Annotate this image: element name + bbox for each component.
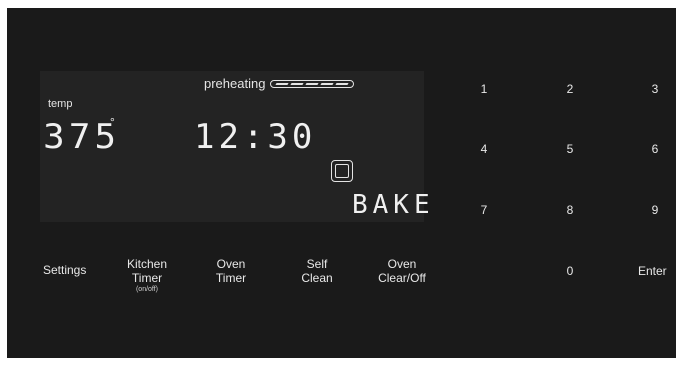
kitchen-timer-label: Timer <box>131 271 163 285</box>
keypad-label: 7 <box>480 203 488 217</box>
keypad-label: 9 <box>651 203 659 217</box>
oven-timer-label: Oven <box>216 257 246 271</box>
keypad-3[interactable]: 3 <box>640 82 670 96</box>
preheat-segment <box>320 83 334 85</box>
temperature-readout: 375 <box>43 117 121 157</box>
keypad-4[interactable]: 4 <box>469 142 499 156</box>
kitchen-timer-label: Kitchen <box>127 257 168 271</box>
settings-label: Settings <box>43 263 87 277</box>
keypad-label: 6 <box>651 142 659 156</box>
self-clean-button[interactable]: Self Clean <box>300 257 334 285</box>
keypad-label: 2 <box>566 82 574 96</box>
degree-symbol: ° <box>110 115 115 129</box>
cook-mode-readout: BAKE <box>352 190 435 220</box>
settings-button[interactable]: Settings <box>43 263 86 277</box>
keypad-8[interactable]: 8 <box>555 203 585 217</box>
kitchen-timer-sublabel: (on/off) <box>135 286 159 293</box>
keypad-label: 8 <box>566 203 574 217</box>
keypad-7[interactable]: 7 <box>469 203 499 217</box>
oven-timer-button[interactable]: Oven Timer <box>215 257 247 285</box>
self-clean-label: Clean <box>301 271 333 285</box>
oven-timer-label: Timer <box>215 271 247 285</box>
oven-icon <box>331 160 353 182</box>
keypad-2[interactable]: 2 <box>555 82 585 96</box>
keypad-label: 0 <box>566 264 574 278</box>
enter-button[interactable]: Enter <box>638 264 667 278</box>
preheat-segment <box>335 83 349 85</box>
preheat-label: preheating <box>204 76 266 91</box>
kitchen-timer-button[interactable]: Kitchen Timer (on/off) <box>127 257 167 295</box>
keypad-6[interactable]: 6 <box>640 142 670 156</box>
preheat-progress-bar <box>270 80 354 88</box>
self-clean-label: Self <box>306 257 328 271</box>
keypad-9[interactable]: 9 <box>640 203 670 217</box>
keypad-label: 1 <box>480 82 488 96</box>
oven-clear-off-label: Clear/Off <box>378 271 426 285</box>
keypad-label: 5 <box>566 142 574 156</box>
keypad-label: 4 <box>480 142 488 156</box>
preheat-segment <box>275 83 289 85</box>
clock-readout: 12:30 <box>194 117 317 157</box>
enter-label: Enter <box>638 264 667 278</box>
oven-clear-off-label: Oven <box>387 257 417 271</box>
oven-clear-off-button[interactable]: Oven Clear/Off <box>378 257 426 285</box>
keypad-1[interactable]: 1 <box>469 82 499 96</box>
preheat-segment <box>290 83 304 85</box>
keypad-label: 3 <box>651 82 659 96</box>
keypad-5[interactable]: 5 <box>555 142 585 156</box>
preheat-segment <box>305 83 319 85</box>
temp-label: temp <box>48 98 73 110</box>
keypad-0[interactable]: 0 <box>555 264 585 278</box>
